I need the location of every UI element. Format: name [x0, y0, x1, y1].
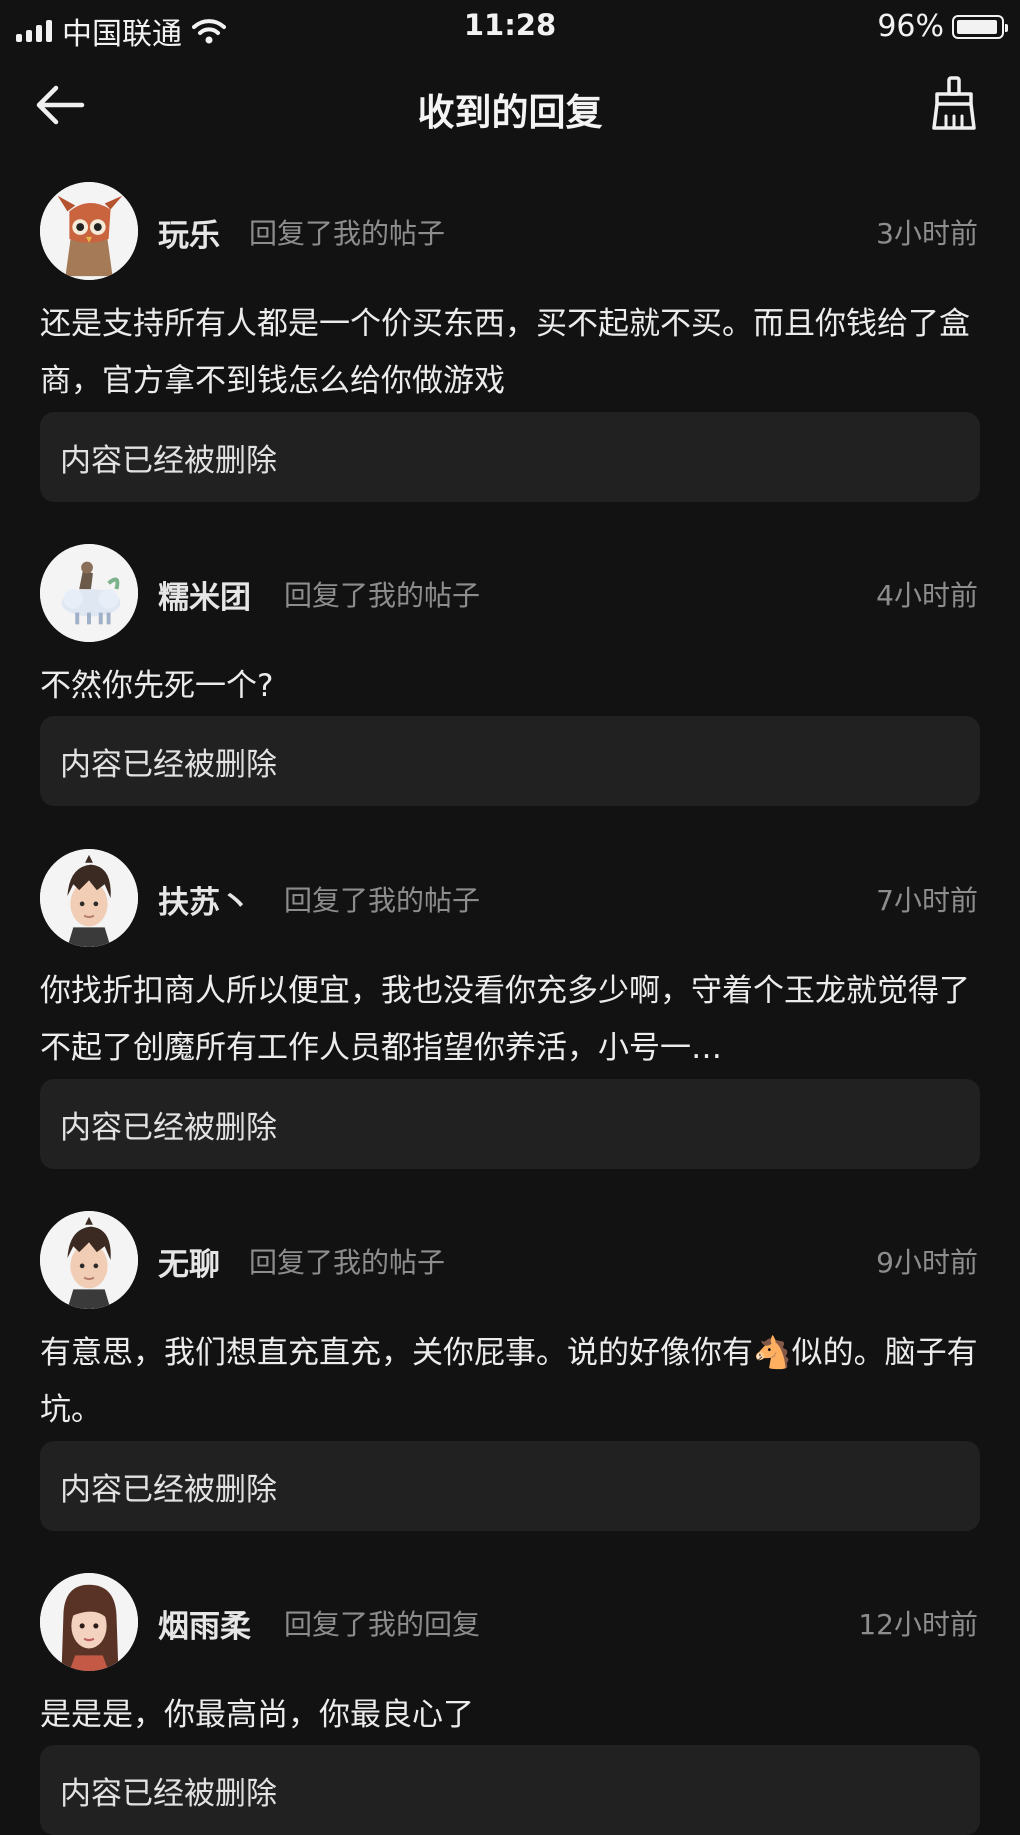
reply-text-part: 有意思，我们想直充直充，关你屁事。说的好像你有 — [40, 1335, 753, 1371]
action-text: 回复了我的帖子 — [284, 579, 481, 612]
horse-emoji: 🐴 — [753, 1335, 792, 1371]
page-title: 收到的回复 — [417, 91, 603, 134]
time-ago: 9小时前 — [876, 1246, 978, 1279]
time-ago: 12小时前 — [858, 1608, 978, 1641]
user-name[interactable]: 玩乐 — [158, 210, 220, 255]
action-text: 回复了我的帖子 — [284, 884, 481, 917]
girl-avatar[interactable] — [40, 1573, 138, 1671]
reply-text[interactable]: 不然你先死一个? — [40, 658, 980, 715]
action-text: 回复了我的帖子 — [249, 1246, 446, 1279]
time-ago: 7小时前 — [876, 884, 978, 917]
nav-bar: 收到的回复 — [0, 62, 1020, 148]
battery-percent: 96% — [877, 9, 944, 44]
user-name[interactable]: 烟雨柔 — [158, 1601, 251, 1646]
action-text: 回复了我的帖子 — [249, 217, 446, 250]
owl-avatar[interactable] — [40, 182, 138, 280]
quoted-text: 内容已经被删除 — [60, 1472, 277, 1508]
quoted-text: 内容已经被删除 — [60, 1110, 277, 1146]
clear-button[interactable] — [924, 74, 984, 134]
quoted-post[interactable]: 内容已经被删除 — [40, 716, 980, 806]
boy-avatar[interactable] — [40, 1211, 138, 1309]
reply-text[interactable]: 你找折扣商人所以便宜，我也没看你充多少啊，守着个玉龙就觉得了不起了创魔所有工作人… — [40, 963, 980, 1077]
time-ago: 4小时前 — [876, 579, 978, 612]
status-bar: 中国联通 11:28 96% — [0, 0, 1020, 52]
action-text: 回复了我的回复 — [284, 1608, 481, 1641]
battery-icon — [952, 14, 1008, 39]
boy-avatar[interactable] — [40, 849, 138, 947]
reply-text[interactable]: 是是是，你最高尚，你最良心了 — [40, 1687, 980, 1744]
quoted-text: 内容已经被删除 — [60, 1776, 277, 1812]
quoted-post[interactable]: 内容已经被删除 — [40, 1079, 980, 1169]
cloud-creature-avatar[interactable] — [40, 544, 138, 642]
status-right: 96% — [877, 9, 1008, 44]
quoted-post[interactable]: 内容已经被删除 — [40, 412, 980, 502]
reply-text[interactable]: 有意思，我们想直充直充，关你屁事。说的好像你有🐴似的。脑子有坑。 — [40, 1325, 980, 1439]
user-name[interactable]: 糯米团 — [158, 572, 251, 617]
time-ago: 3小时前 — [876, 217, 978, 250]
broom-icon — [932, 76, 976, 130]
reply-text[interactable]: 还是支持所有人都是一个价买东西，买不起就不买。而且你钱给了盒商，官方拿不到钱怎么… — [40, 296, 980, 410]
quoted-post[interactable]: 内容已经被删除 — [40, 1745, 980, 1835]
status-time: 11:28 — [463, 8, 557, 42]
quoted-post[interactable]: 内容已经被删除 — [40, 1441, 980, 1531]
user-name[interactable]: 扶苏丶 — [158, 877, 251, 922]
user-name[interactable]: 无聊 — [158, 1239, 220, 1284]
quoted-text: 内容已经被删除 — [60, 747, 277, 783]
quoted-text: 内容已经被删除 — [60, 443, 277, 479]
